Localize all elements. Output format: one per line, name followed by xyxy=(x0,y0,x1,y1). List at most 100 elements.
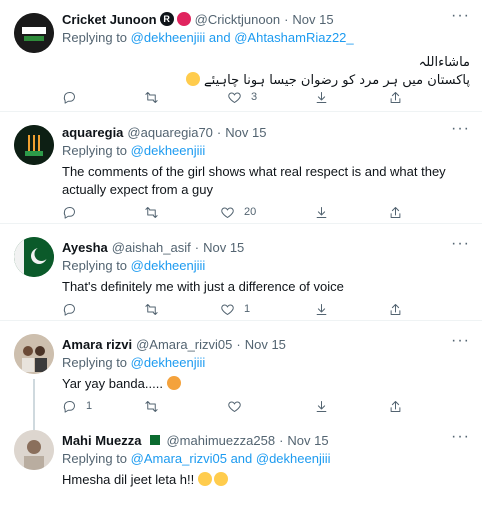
share-icon xyxy=(390,91,401,103)
tweet-actions: 3 xyxy=(62,88,412,106)
heart-eyes-emoji-icon xyxy=(185,72,200,86)
cricket-stumps-avatar-icon xyxy=(14,125,54,165)
retweet-icon xyxy=(145,206,158,218)
like-button[interactable]: 3 xyxy=(227,88,257,106)
replying-to-link[interactable]: @Amara_rizvi05 and @dekheenjiii xyxy=(131,451,331,466)
like-button[interactable]: 1 xyxy=(220,300,250,318)
user-photo-avatar-icon xyxy=(14,430,54,470)
tweet-text-content: Yar yay banda..... xyxy=(62,376,163,391)
replying-to: Replying to @dekheenjiii and @AhtashamRi… xyxy=(62,30,470,48)
tweet-text: ماشاءاللہ پاکستان میں ہر مرد کو رضوان جی… xyxy=(62,54,470,90)
like-button[interactable] xyxy=(227,397,251,415)
user-handle[interactable]: @Cricktjunoon xyxy=(195,12,280,27)
more-options-icon[interactable]: ··· xyxy=(451,121,470,137)
replying-prefix: Replying to xyxy=(62,30,128,45)
user-photo-avatar-icon xyxy=(14,334,54,374)
reply-button[interactable] xyxy=(62,300,86,318)
retweet-icon xyxy=(145,303,158,315)
avatar[interactable] xyxy=(14,430,54,470)
download-icon xyxy=(316,206,327,218)
display-name[interactable]: Mahi Muezza xyxy=(62,433,141,448)
reply-count: 1 xyxy=(86,400,93,412)
retweet-button[interactable] xyxy=(144,300,168,318)
separator-dot: · xyxy=(194,239,200,255)
timestamp[interactable]: Nov 15 xyxy=(287,433,328,448)
heart-icon xyxy=(228,400,241,412)
retweet-button[interactable] xyxy=(144,203,168,221)
retweet-icon xyxy=(145,400,158,412)
more-options-icon[interactable]: ··· xyxy=(451,236,470,252)
separator-dot: · xyxy=(284,11,289,27)
reply-button[interactable] xyxy=(62,203,86,221)
cricket-junoon-logo-icon xyxy=(14,13,54,53)
retweet-icon xyxy=(145,91,158,103)
pakistan-flag-icon xyxy=(147,435,161,445)
separator-dot: · xyxy=(236,336,241,352)
timestamp[interactable]: Nov 15 xyxy=(245,337,286,352)
tweet-text: Yar yay banda..... xyxy=(62,375,470,393)
tweet[interactable]: aquaregia @aquaregia70 · Nov 15 ··· Repl… xyxy=(0,112,482,224)
share-button[interactable] xyxy=(388,88,403,106)
tweet-text-line-content: پاکستان میں ہر مرد کو رضوان جیسا ہونا چا… xyxy=(204,73,470,88)
yawning-emoji-icon xyxy=(213,472,228,486)
retweet-button[interactable] xyxy=(144,397,168,415)
views-button[interactable] xyxy=(314,88,329,106)
tweet-text-content: Hmesha dil jeet leta h!! xyxy=(62,472,195,487)
user-handle[interactable]: @aquaregia70 xyxy=(127,125,212,140)
retweet-button[interactable] xyxy=(144,88,168,106)
tweet-header: Mahi Muezza @mahimuezza258 · Nov 15 xyxy=(62,431,470,449)
tweet[interactable]: Cricket Junoon R @Cricktjunoon · Nov 15 … xyxy=(0,0,482,112)
reply-icon xyxy=(63,400,75,413)
display-name[interactable]: aquaregia xyxy=(62,125,123,140)
display-name[interactable]: Amara rizvi xyxy=(62,337,132,352)
reply-icon xyxy=(63,206,75,219)
registered-badge-icon: R xyxy=(159,12,174,26)
replying-prefix: Replying to xyxy=(62,355,128,370)
replying-to-link[interactable]: @dekheenjiii xyxy=(131,143,206,158)
like-count: 20 xyxy=(244,206,257,218)
display-name[interactable]: Ayesha xyxy=(62,240,108,255)
user-handle[interactable]: @mahimuezza258 xyxy=(166,433,275,448)
more-options-icon[interactable]: ··· xyxy=(451,8,470,24)
thread-line xyxy=(33,379,35,431)
replying-to-link[interactable]: @dekheenjiii xyxy=(131,258,206,273)
timestamp[interactable]: Nov 15 xyxy=(203,240,244,255)
avatar[interactable] xyxy=(14,125,54,165)
heart-icon xyxy=(221,303,234,315)
download-icon xyxy=(316,303,327,315)
avatar[interactable] xyxy=(14,334,54,374)
reply-button[interactable] xyxy=(62,88,86,106)
avatar[interactable] xyxy=(14,237,54,277)
user-handle[interactable]: @aishah_asif xyxy=(112,240,191,255)
replying-to-link[interactable]: @dekheenjiii xyxy=(131,355,206,370)
share-button[interactable] xyxy=(388,397,403,415)
reply-button[interactable]: 1 xyxy=(62,397,92,415)
separator-dot: · xyxy=(279,432,284,448)
views-button[interactable] xyxy=(314,397,329,415)
views-button[interactable] xyxy=(314,300,329,318)
user-handle[interactable]: @Amara_rizvi05 xyxy=(136,337,232,352)
timestamp[interactable]: Nov 15 xyxy=(292,12,333,27)
replying-to-link[interactable]: @dekheenjiii and @AhtashamRiaz22_ xyxy=(131,30,354,45)
tweet[interactable]: Amara rizvi @Amara_rizvi05 · Nov 15 ··· … xyxy=(0,321,482,431)
display-name[interactable]: Cricket Junoon xyxy=(62,12,157,27)
separator-dot: · xyxy=(216,124,222,140)
more-options-icon[interactable]: ··· xyxy=(451,333,470,349)
replying-to: Replying to @dekheenjiii xyxy=(62,258,470,276)
share-icon xyxy=(390,303,401,315)
share-button[interactable] xyxy=(388,203,403,221)
avatar[interactable] xyxy=(14,13,54,53)
more-options-icon[interactable]: ··· xyxy=(451,429,470,445)
replying-to: Replying to @Amara_rizvi05 and @dekheenj… xyxy=(62,451,470,469)
like-count: 1 xyxy=(244,303,251,315)
tweet[interactable]: Ayesha @aishah_asif · Nov 15 ··· Replyin… xyxy=(0,224,482,321)
red-emoji-icon xyxy=(176,12,191,26)
tweet[interactable]: Mahi Muezza @mahimuezza258 · Nov 15 ··· … xyxy=(0,425,482,519)
like-button[interactable]: 20 xyxy=(220,203,256,221)
tweet-actions: 1 xyxy=(62,300,412,318)
timestamp[interactable]: Nov 15 xyxy=(225,125,266,140)
views-button[interactable] xyxy=(314,203,329,221)
pakistan-flag-avatar-icon xyxy=(14,237,54,277)
replying-to: Replying to @dekheenjiii xyxy=(62,143,470,161)
share-button[interactable] xyxy=(388,300,403,318)
